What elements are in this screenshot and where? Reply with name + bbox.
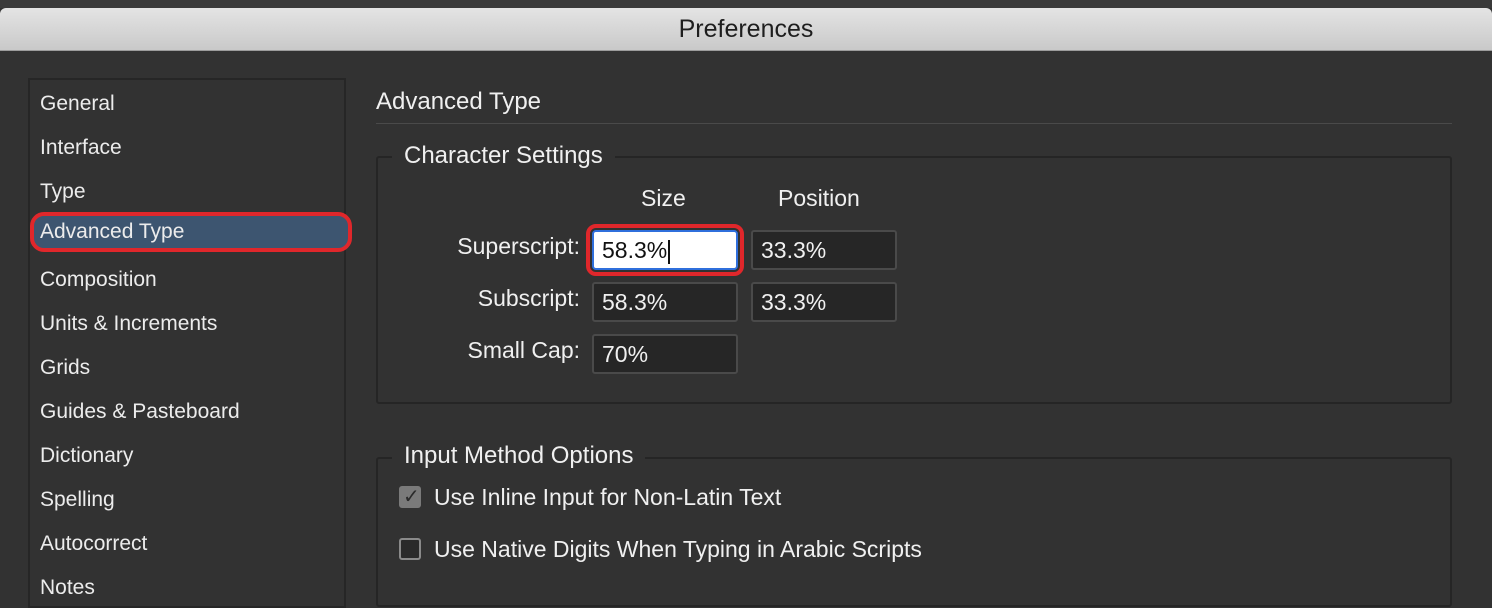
subscript-position-input[interactable]: 33.3% <box>751 282 897 322</box>
character-settings-legend: Character Settings <box>392 142 615 170</box>
small-cap-size-input[interactable]: 70% <box>592 334 738 374</box>
checkmark-icon: ✓ <box>403 484 420 508</box>
sidebar-item-interface[interactable]: Interface <box>30 128 344 168</box>
page-title: Advanced Type <box>376 88 542 115</box>
sidebar-item-type[interactable]: Type <box>30 172 344 212</box>
window-title: Preferences <box>678 15 814 43</box>
small-cap-label: Small Cap: <box>467 337 580 363</box>
inline-input-label[interactable]: Use Inline Input for Non-Latin Text <box>434 484 781 511</box>
text-caret <box>668 239 671 264</box>
sidebar-item-spelling[interactable]: Spelling <box>30 480 344 520</box>
sidebar-item-autocorrect[interactable]: Autocorrect <box>30 524 344 564</box>
sidebar-item-units-increments[interactable]: Units & Increments <box>30 304 344 344</box>
native-digits-label[interactable]: Use Native Digits When Typing in Arabic … <box>434 536 922 563</box>
sidebar-item-grids[interactable]: Grids <box>30 348 344 388</box>
inline-input-checkbox[interactable]: ✓ <box>399 484 421 508</box>
sidebar-item-general[interactable]: General <box>30 84 344 124</box>
native-digits-checkbox[interactable] <box>399 538 421 560</box>
input-method-group <box>376 457 1452 607</box>
superscript-position-input[interactable]: 33.3% <box>751 230 897 270</box>
title-divider <box>376 123 1452 124</box>
size-column-header: Size <box>641 185 686 211</box>
character-settings-group <box>376 156 1452 404</box>
superscript-size-input[interactable]: 58.3% <box>586 224 744 276</box>
position-column-header: Position <box>778 185 860 211</box>
preferences-window: Preferences General Interface Type Advan… <box>0 0 1492 608</box>
subscript-label: Subscript: <box>477 285 580 311</box>
window-top-strip <box>0 0 1492 8</box>
sidebar-item-dictionary[interactable]: Dictionary <box>30 436 344 476</box>
sidebar-item-guides-pasteboard[interactable]: Guides & Pasteboard <box>30 392 344 432</box>
sidebar-item-notes[interactable]: Notes <box>30 568 344 608</box>
superscript-label: Superscript: <box>457 233 580 259</box>
superscript-size-value: 58.3% <box>602 237 668 263</box>
sidebar-item-advanced-type[interactable]: Advanced Type <box>30 212 352 252</box>
preferences-sidebar: General Interface Type Advanced Type Com… <box>28 78 352 608</box>
subscript-size-input[interactable]: 58.3% <box>592 282 738 322</box>
input-method-legend: Input Method Options <box>392 442 646 470</box>
title-bar[interactable]: Preferences <box>0 8 1492 51</box>
sidebar-item-composition[interactable]: Composition <box>30 260 344 300</box>
